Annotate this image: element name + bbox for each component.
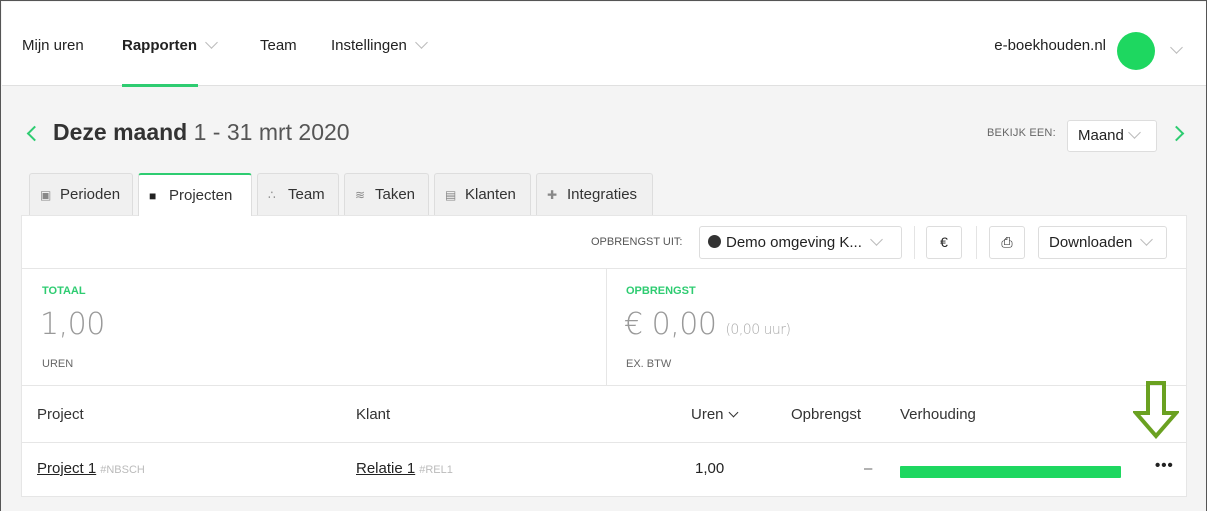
nav-rapporten[interactable]: Rapporten: [122, 36, 218, 54]
report-panel: OPBRENGST UIT: Demo omgeving K... € ⎙ Do…: [21, 215, 1187, 497]
revenue-cell: –: [864, 460, 873, 477]
table-header: Project Klant Uren Opbrengst Verhouding: [22, 387, 1186, 443]
tab-label: Projecten: [169, 187, 233, 204]
page-title: Deze maand 1 - 31 mrt 2020: [53, 119, 350, 146]
report-toolbar: OPBRENGST UIT: Demo omgeving K... € ⎙ Do…: [22, 216, 1186, 269]
print-icon: ⎙: [1001, 234, 1013, 250]
column-hours[interactable]: Uren: [691, 406, 738, 423]
divider: [914, 226, 915, 259]
nav-mijn-uren[interactable]: Mijn uren: [22, 37, 84, 54]
divider: [976, 226, 977, 259]
top-navigation: Mijn uren Rapporten Team Instellingen e-…: [2, 2, 1206, 87]
client-code: #REL1: [419, 464, 453, 476]
source-icon: [708, 235, 721, 248]
print-button[interactable]: ⎙: [989, 226, 1025, 259]
chevron-down-icon: [870, 233, 883, 246]
period-title: Deze maand: [53, 119, 188, 145]
nav-team[interactable]: Team: [260, 37, 297, 54]
client-cell: Relatie 1 #REL1: [356, 460, 453, 477]
briefcase-icon: ▤: [445, 188, 457, 202]
revenue-source-value: Demo omgeving K...: [726, 234, 862, 251]
tab-team[interactable]: ∴ Team: [257, 173, 339, 215]
annotation-arrow-icon: [1133, 381, 1179, 439]
period-range: 1 - 31 mrt 2020: [193, 119, 350, 145]
summary-stats: TOTAAL 1,00 UREN OPBRENGST € 0,00 (0,00 …: [22, 269, 1186, 386]
calendar-icon: ▣: [40, 188, 52, 202]
download-button[interactable]: Downloaden: [1038, 226, 1167, 259]
currency-toggle-button[interactable]: €: [926, 226, 962, 259]
column-project[interactable]: Project: [37, 406, 84, 423]
download-label: Downloaden: [1049, 234, 1133, 251]
column-ratio[interactable]: Verhouding: [900, 406, 976, 423]
active-nav-indicator: [122, 84, 198, 87]
client-link[interactable]: Relatie 1: [356, 460, 415, 477]
ratio-bar: [900, 466, 1121, 478]
chevron-down-icon: [1140, 233, 1154, 246]
revenue-source-select[interactable]: Demo omgeving K...: [699, 226, 902, 259]
tab-klanten[interactable]: ▤ Klanten: [434, 173, 531, 215]
tab-taken[interactable]: ≋ Taken: [344, 173, 429, 215]
users-icon: ∴: [268, 188, 276, 202]
nav-rapporten-label: Rapporten: [122, 37, 197, 54]
revenue-value-group: € 0,00 (0,00 uur): [624, 307, 791, 342]
stats-divider: [606, 269, 607, 385]
app-window: Mijn uren Rapporten Team Instellingen e-…: [0, 0, 1207, 511]
column-revenue[interactable]: Opbrengst: [791, 406, 861, 423]
more-actions-icon[interactable]: •••: [1155, 457, 1174, 474]
tab-projecten[interactable]: ■ Projecten: [138, 173, 252, 216]
sort-chevron-icon: [728, 407, 738, 418]
tab-integraties[interactable]: ✚ Integraties: [536, 173, 653, 215]
tab-label: Team: [288, 186, 325, 203]
total-value: 1,00: [40, 307, 105, 342]
view-select-value: Maand: [1078, 127, 1124, 144]
project-cell: Project 1 #NBSCH: [37, 460, 145, 477]
total-unit: UREN: [42, 358, 74, 370]
previous-period-icon[interactable]: [26, 125, 43, 142]
chevron-down-icon: [205, 36, 218, 49]
project-link[interactable]: Project 1: [37, 460, 96, 477]
view-select[interactable]: Maand: [1067, 120, 1157, 152]
nav-instellingen[interactable]: Instellingen: [331, 36, 428, 54]
revenue-source-label: OPBRENGST UIT:: [591, 236, 683, 248]
next-period-icon[interactable]: [1168, 125, 1185, 142]
tab-label: Klanten: [465, 186, 516, 203]
euro-icon: €: [940, 234, 948, 250]
nav-instellingen-label: Instellingen: [331, 37, 407, 54]
company-name[interactable]: e-boekhouden.nl: [994, 37, 1106, 54]
tab-label: Integraties: [567, 186, 638, 203]
tab-label: Taken: [375, 186, 416, 203]
column-hours-label: Uren: [691, 406, 724, 423]
tab-label: Perioden: [60, 186, 121, 203]
revenue-hours: (0,00 uur): [725, 322, 791, 338]
table-row: Project 1 #NBSCH Relatie 1 #REL1 1,00 – ••…: [22, 444, 1186, 496]
revenue-value: € 0,00: [624, 307, 717, 342]
revenue-heading: OPBRENGST: [626, 285, 696, 297]
total-heading: TOTAAL: [42, 285, 86, 297]
user-avatar[interactable]: [1117, 32, 1155, 70]
chevron-down-icon: [415, 36, 428, 49]
layers-icon: ≋: [355, 188, 366, 202]
column-client[interactable]: Klant: [356, 406, 390, 423]
folder-icon: ■: [149, 189, 157, 203]
account-chevron-down-icon[interactable]: [1170, 41, 1183, 54]
hours-cell: 1,00: [695, 460, 725, 477]
revenue-unit: EX. BTW: [626, 358, 672, 370]
project-code: #NBSCH: [100, 464, 145, 476]
tab-perioden[interactable]: ▣ Perioden: [29, 173, 133, 215]
puzzle-icon: ✚: [547, 188, 558, 202]
chevron-down-icon: [1128, 126, 1141, 139]
view-label: BEKIJK EEN:: [987, 127, 1056, 139]
